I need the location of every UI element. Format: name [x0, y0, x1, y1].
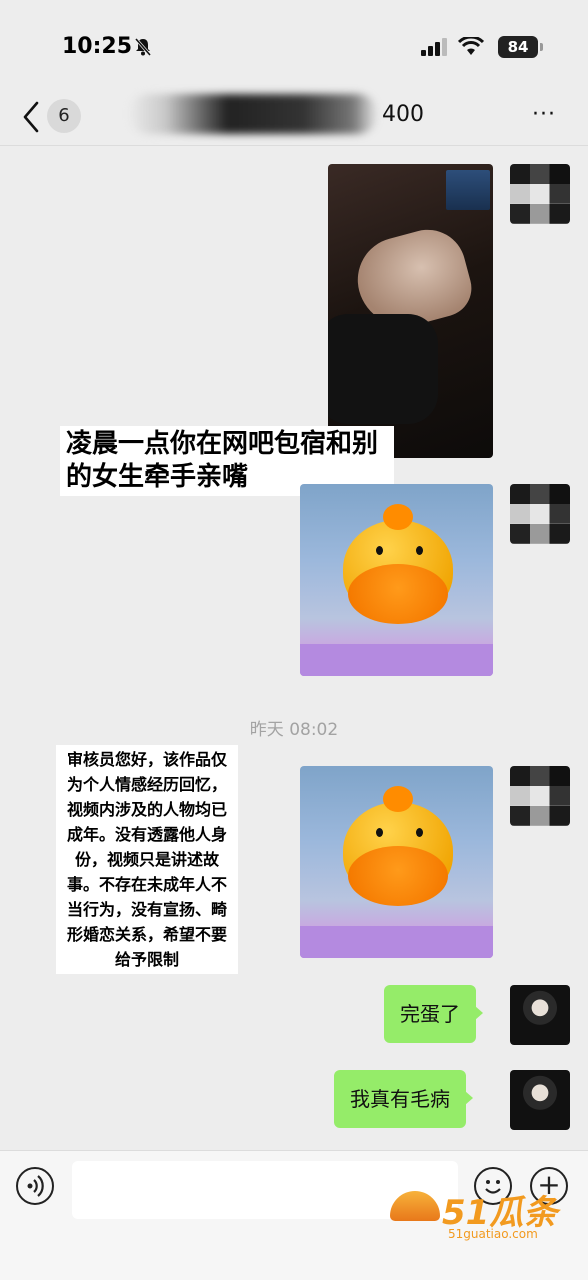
status-bar: 10:25 84	[0, 0, 588, 90]
photo-message[interactable]	[328, 164, 493, 458]
battery-icon: 84	[498, 36, 538, 58]
avatar[interactable]	[510, 1070, 570, 1130]
status-time: 10:25	[62, 34, 133, 59]
watermark-logo-icon	[390, 1191, 440, 1221]
bell-slash-icon	[134, 38, 152, 56]
battery-tip	[540, 43, 543, 51]
text-message-bubble[interactable]: 完蛋了	[384, 985, 483, 1043]
avatar[interactable]	[510, 766, 570, 826]
toy-shelf	[300, 926, 493, 958]
toy-nose	[348, 564, 448, 624]
toy-orange	[383, 504, 413, 530]
avatar[interactable]	[510, 164, 570, 224]
toy-eye	[376, 546, 383, 555]
toy-eye	[416, 546, 423, 555]
monitor-shape	[446, 170, 490, 210]
watermark-url: 51guatiao.com	[448, 1227, 538, 1241]
sleeve-shape	[328, 314, 438, 424]
overlay-caption: 审核员您好，该作品仅为个人情感经历回忆，视频内涉及的人物均已成年。没有透露他人身…	[56, 745, 238, 974]
signal-icon	[421, 38, 447, 56]
toy-eye	[416, 828, 423, 837]
voice-glyph	[27, 1175, 44, 1197]
wifi-icon	[458, 37, 484, 55]
back-chevron-icon[interactable]	[22, 100, 40, 134]
unread-count-badge[interactable]: 6	[47, 99, 81, 133]
chat-timestamp: 昨天 08:02	[249, 720, 339, 740]
avatar[interactable]	[510, 985, 570, 1045]
voice-icon[interactable]	[16, 1167, 54, 1205]
more-icon[interactable]: ···	[532, 102, 556, 127]
chat-title-suffix: 400	[382, 102, 424, 127]
sticker-message[interactable]	[300, 766, 493, 958]
censored-title	[128, 94, 378, 134]
text-message-bubble[interactable]: 我真有毛病	[334, 1070, 473, 1128]
chat-header: 6 400 ···	[0, 90, 588, 146]
toy-nose	[348, 846, 448, 906]
toy-eye	[376, 828, 383, 837]
watermark: 51瓜条 51guatiao.com	[390, 1185, 580, 1245]
sticker-message[interactable]	[300, 484, 493, 676]
avatar[interactable]	[510, 484, 570, 544]
toy-orange	[383, 786, 413, 812]
toy-shelf	[300, 644, 493, 676]
